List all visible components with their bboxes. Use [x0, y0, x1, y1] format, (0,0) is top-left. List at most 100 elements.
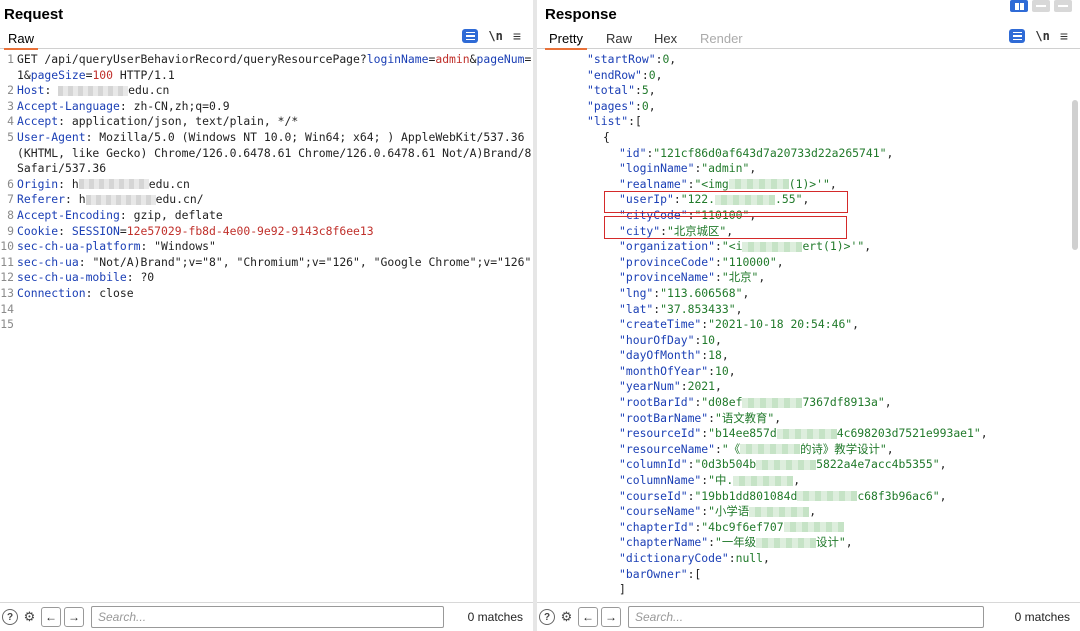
json-token: "total" — [587, 83, 636, 98]
tab-raw[interactable]: Raw — [4, 30, 39, 50]
scrollbar[interactable] — [1072, 100, 1078, 250]
arrow-right-icon[interactable]: → — [64, 607, 84, 627]
newline-icon[interactable]: \n — [488, 29, 502, 43]
settings-icon[interactable]: ⚙ — [21, 609, 38, 626]
request-token: Cookie — [17, 223, 59, 238]
json-token: 5 — [641, 83, 649, 98]
response-search-input[interactable]: Search... — [628, 606, 984, 628]
menu-icon[interactable]: ≡ — [513, 29, 521, 43]
json-token: 的诗》教学设计" — [800, 441, 887, 456]
wrap-icon[interactable] — [1009, 29, 1026, 43]
request-line: 8 Accept-Encoding: gzip, deflate — [0, 208, 533, 224]
line-number: 4 — [7, 114, 14, 129]
help-icon[interactable]: ? — [539, 609, 555, 625]
request-line-content: Origin: h edu.cn — [17, 177, 533, 193]
json-token: , — [809, 504, 817, 519]
request-line-content: Cookie: SESSION=12e57029-fb8d-4e00-9e92-… — [17, 224, 533, 240]
json-token: , — [648, 83, 656, 98]
arrow-left-icon[interactable]: ← — [41, 607, 61, 627]
response-editor[interactable]: "startRow":0, "endRow":0, "total":5, "pages… — [537, 52, 1080, 603]
json-token: "list" — [587, 114, 629, 129]
request-editor[interactable]: 1 GET /api/queryUserBehaviorRecord/queryR… — [0, 52, 533, 603]
json-token: "113.606568" — [660, 285, 743, 300]
json-token: "b14ee857d — [708, 426, 777, 441]
response-line: "columnId":"0d3b504b 5822a4e7acc4b5355", — [537, 457, 1080, 473]
json-token: , — [845, 535, 853, 550]
json-token: "北京" — [721, 270, 759, 285]
menu-icon[interactable]: ≡ — [1060, 29, 1068, 43]
redacted-text — [797, 491, 858, 502]
line-number: 2 — [7, 83, 14, 98]
request-line: 1 GET /api/queryUserBehaviorRecord/queryR… — [0, 52, 533, 83]
request-token: loginName — [366, 52, 429, 66]
json-token: "中. — [708, 473, 734, 488]
line-number: 7 — [7, 192, 14, 207]
response-line: "columnName":"中., — [537, 473, 1080, 489]
request-line: 5 User-Agent: Mozilla/5.0 (Windows NT 10.… — [0, 130, 533, 177]
json-token: "一年级 — [715, 535, 757, 550]
json-token: , — [852, 317, 860, 332]
newline-icon[interactable]: \n — [1035, 29, 1049, 43]
json-token: "<img — [694, 176, 729, 191]
response-line: "provinceCode":"110000", — [537, 255, 1080, 271]
tab-hex[interactable]: Hex — [650, 30, 681, 48]
response-line: "endRow":0, — [537, 68, 1080, 84]
request-search-input[interactable]: Search... — [91, 606, 444, 628]
json-token: "columnId" — [619, 457, 688, 472]
tab-pretty[interactable]: Pretty — [545, 30, 587, 50]
json-token: :[ — [628, 114, 642, 129]
wrap-icon[interactable] — [462, 29, 479, 43]
request-token: : h — [65, 192, 86, 207]
arrow-left-icon[interactable]: ← — [578, 607, 598, 627]
request-line-content: sec-ch-ua-platform: "Windows" — [17, 239, 533, 255]
settings-icon[interactable]: ⚙ — [558, 609, 575, 626]
request-line: 3 Accept-Language: zh-CN,zh;q=0.9 — [0, 99, 533, 115]
response-line: "total":5, — [537, 83, 1080, 99]
request-token: : zh-CN,zh;q=0.9 — [119, 98, 230, 113]
json-token: "id" — [619, 145, 647, 160]
tab-raw[interactable]: Raw — [602, 30, 636, 48]
json-token: "yearNum" — [619, 379, 681, 394]
response-line: "dayOfMonth":18, — [537, 348, 1080, 364]
layout-side-by-side[interactable] — [1010, 0, 1028, 12]
redacted-text — [749, 506, 810, 517]
redacted-text — [58, 85, 129, 96]
json-token: { — [603, 129, 610, 144]
request-token: SESSION — [71, 223, 120, 238]
tab-render[interactable]: Render — [696, 30, 747, 48]
request-token: : h — [58, 176, 79, 191]
request-token: : Mozilla/5.0 (Windows NT 10.0; Win64; x… — [17, 129, 532, 176]
request-token: Origin — [17, 176, 59, 191]
json-token: (1)>'" — [788, 176, 830, 191]
request-line-content: sec-ch-ua-mobile: ?0 — [17, 270, 533, 286]
redacted-text — [728, 179, 789, 190]
json-token: , — [774, 410, 782, 425]
response-tabs: Pretty Raw Hex Render — [537, 30, 1080, 50]
request-token: sec-ch-ua-mobile — [17, 270, 127, 285]
layout-toggle-icon[interactable] — [1010, 0, 1072, 12]
layout-stacked[interactable] — [1032, 0, 1050, 12]
response-line: "realname":"<img (1)>'", — [537, 177, 1080, 193]
json-token: , — [829, 176, 837, 191]
json-token: , — [886, 145, 894, 160]
json-token: "19bb1dd801084d — [694, 488, 798, 503]
json-token: "resourceName" — [619, 441, 716, 456]
request-token: pageSize — [30, 67, 86, 82]
request-token: User-Agent — [17, 129, 86, 144]
layout-tabs[interactable] — [1054, 0, 1072, 12]
json-token: 5822a4e7acc4b5355" — [816, 457, 940, 472]
line-number: 15 — [0, 317, 14, 332]
json-token: : — [641, 67, 649, 82]
help-icon[interactable]: ? — [2, 609, 18, 625]
json-token: "d08ef — [701, 395, 743, 410]
json-token: , — [735, 301, 743, 316]
request-token: : — [58, 223, 72, 238]
json-token: "《 — [721, 441, 741, 456]
redacted-text — [776, 428, 837, 439]
request-line-content — [17, 317, 533, 333]
request-line: 9 Cookie: SESSION=12e57029-fb8d-4e00-9e92… — [0, 224, 533, 240]
line-number: 8 — [7, 207, 14, 222]
json-token: : — [708, 363, 716, 378]
arrow-right-icon[interactable]: → — [601, 607, 621, 627]
request-line: 14 — [0, 302, 533, 318]
